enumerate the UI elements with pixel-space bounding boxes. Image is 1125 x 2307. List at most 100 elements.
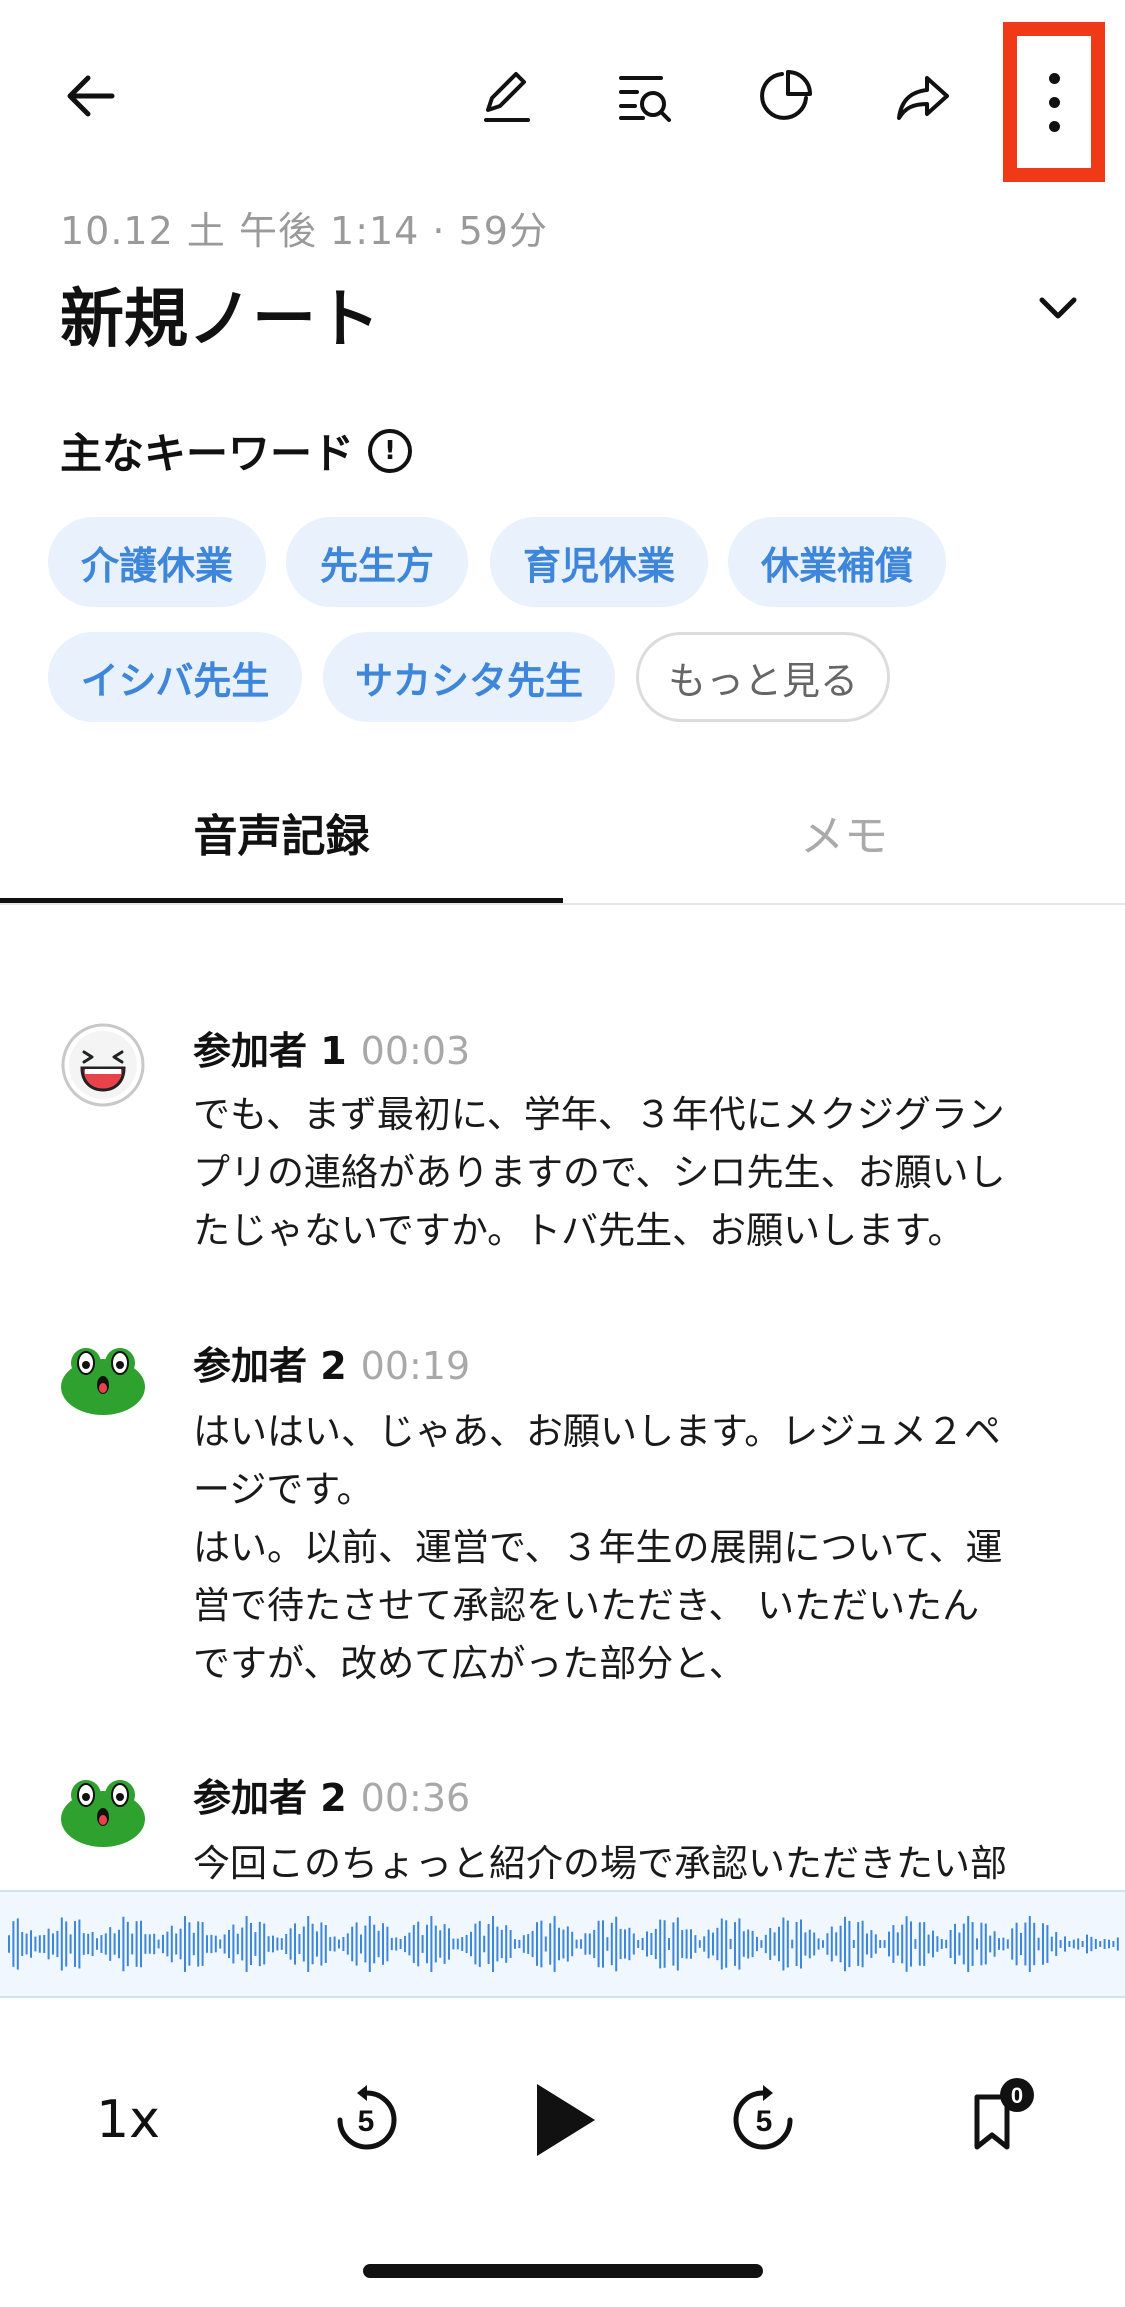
waveform-bar [954, 1923, 956, 1965]
tab-memo[interactable]: メモ [563, 800, 1125, 870]
note-meta: 10.12 土 午後 1:14 · 59分 [60, 209, 548, 253]
waveform-bar [100, 1935, 103, 1953]
bookmark-button[interactable]: 0 [952, 2060, 1048, 2180]
search-list-icon [619, 76, 671, 122]
waveform-bar [439, 1930, 442, 1958]
summary-button[interactable] [736, 48, 832, 144]
waveform-bar [888, 1931, 890, 1957]
waveform-bar [126, 1921, 129, 1967]
forward-button[interactable]: 5 [716, 2060, 812, 2180]
keyword-chip[interactable]: 休業補償 [728, 517, 946, 607]
waveform-bar [329, 1937, 332, 1951]
waveform-bar [663, 1920, 666, 1968]
waveform-bar [778, 1926, 780, 1962]
waveform-bar [417, 1921, 420, 1967]
transcript-text: でも、まず最初に、学年、３年代にメクジグラン プリの連絡がありますので、シロ先生… [193, 1093, 1006, 1252]
waveform-bar [175, 1933, 178, 1955]
waveform-bar [12, 1921, 15, 1967]
play-icon [537, 2084, 595, 2156]
waveform-bar [874, 1934, 877, 1954]
tab-transcript[interactable]: 音声記録 [0, 800, 563, 870]
waveform-bar [914, 1939, 917, 1949]
waveform-bar [118, 1929, 120, 1959]
waveform-bar [813, 1932, 816, 1956]
waveform-bar [694, 1935, 697, 1953]
waveform-bar [1099, 1941, 1102, 1947]
keyword-chip[interactable]: 先生方 [286, 517, 468, 607]
waveform-bar [896, 1932, 899, 1956]
waveform-bar [958, 1932, 961, 1956]
waveform-bar [606, 1937, 609, 1951]
waveform-bar [668, 1938, 670, 1950]
waveform-bar [223, 1934, 226, 1954]
share-button[interactable] [875, 48, 971, 144]
rewind-icon: 5 [337, 2085, 397, 2150]
waveform-bar [390, 1937, 393, 1951]
speaker-label: 参加者 1 00:03 [193, 1029, 471, 1073]
waveform-bar [1059, 1940, 1062, 1948]
timestamp[interactable]: 00:19 [361, 1344, 471, 1388]
waveform-bar [399, 1939, 402, 1949]
waveform-bar [800, 1919, 802, 1969]
waveform-bar [338, 1939, 340, 1949]
keyword-chip[interactable]: 介護休業 [48, 517, 266, 607]
waveform-bar [575, 1939, 578, 1949]
tab-divider [0, 903, 1125, 905]
waveform-graphic [8, 1916, 1119, 1972]
search-transcript-button[interactable] [597, 48, 693, 144]
keyword-chip[interactable]: サカシタ先生 [323, 632, 615, 722]
waveform-bar [307, 1916, 310, 1972]
waveform-bar [373, 1924, 376, 1964]
waveform-bar [131, 1933, 134, 1955]
frog-face-icon [61, 1780, 145, 1847]
edit-button[interactable] [458, 48, 554, 144]
waveform-bar [1011, 1928, 1014, 1960]
info-icon[interactable]: ! [368, 428, 413, 473]
transcript-list[interactable]: 参加者 1 00:03 でも、まず最初に、学年、３年代にメクジグラン プリの連絡が… [0, 940, 1125, 1890]
waveform-bar [355, 1922, 358, 1966]
show-more-keywords-button[interactable]: もっと見る [636, 632, 890, 722]
waveform-bar [470, 1931, 472, 1957]
waveform-bar [324, 1925, 327, 1963]
waveform-bar [540, 1920, 543, 1968]
waveform-bar [65, 1921, 68, 1967]
waveform-bar [346, 1933, 349, 1955]
waveform-bar [87, 1933, 90, 1955]
pie-chart-icon [760, 70, 812, 120]
waveform-bar [30, 1930, 32, 1958]
waveform-bar [91, 1931, 94, 1957]
waveform-bar [157, 1939, 160, 1949]
waveform-bar [940, 1939, 943, 1949]
waveform-bar [650, 1932, 653, 1956]
waveform-bar [1028, 1916, 1031, 1972]
back-button[interactable] [44, 48, 140, 144]
waveform-bar [1108, 1939, 1110, 1949]
waveform-bar [236, 1933, 239, 1955]
keyword-chip[interactable]: イシバ先生 [48, 632, 302, 722]
waveform-bar [43, 1934, 46, 1954]
waveform-bar [588, 1933, 591, 1955]
waveform-bar [1002, 1937, 1005, 1951]
waveform-bar [1024, 1922, 1027, 1966]
waveform-bar [148, 1934, 151, 1954]
waveform-bar [628, 1927, 631, 1961]
timestamp[interactable]: 00:03 [361, 1029, 471, 1073]
transcript-text: はいはい、じゃあ、お願いします。レジュメ２ペ ージです。 はい。以前、運営で、３… [193, 1410, 1003, 1685]
more-options-button[interactable] [1017, 36, 1091, 168]
play-button[interactable] [516, 2060, 612, 2180]
playback-speed-button[interactable]: 1x [78, 2060, 178, 2180]
waveform-bar [8, 1935, 10, 1953]
keyword-chip[interactable]: 育児休業 [490, 517, 708, 607]
waveform-bar [580, 1939, 582, 1949]
waveform-bar [808, 1929, 811, 1959]
chevron-down-icon[interactable] [1030, 280, 1086, 336]
audio-waveform-scrubber[interactable] [0, 1890, 1125, 1998]
waveform-bar [553, 1916, 556, 1972]
waveform-bar [632, 1933, 635, 1955]
waveform-bar [861, 1920, 864, 1968]
timestamp[interactable]: 00:36 [361, 1776, 471, 1820]
waveform-bar [883, 1940, 886, 1948]
waveform-bar [923, 1922, 926, 1966]
waveform-bar [333, 1936, 336, 1952]
rewind-button[interactable]: 5 [318, 2060, 414, 2180]
